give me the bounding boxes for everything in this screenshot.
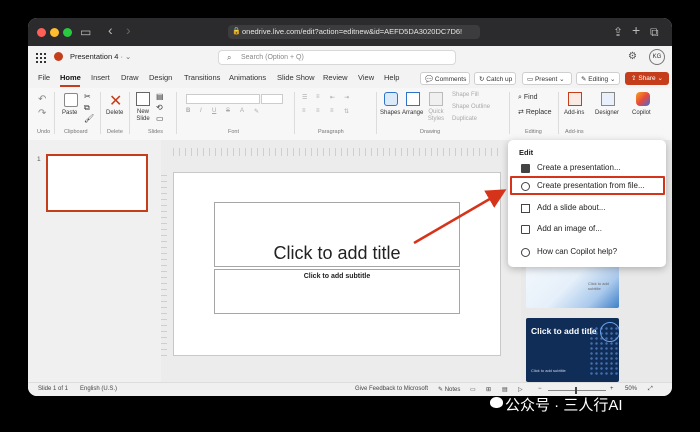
wechat-icon bbox=[490, 397, 503, 408]
watermark: 公众号 · 三人行AI bbox=[505, 397, 623, 414]
annotation-arrow bbox=[413, 189, 507, 245]
